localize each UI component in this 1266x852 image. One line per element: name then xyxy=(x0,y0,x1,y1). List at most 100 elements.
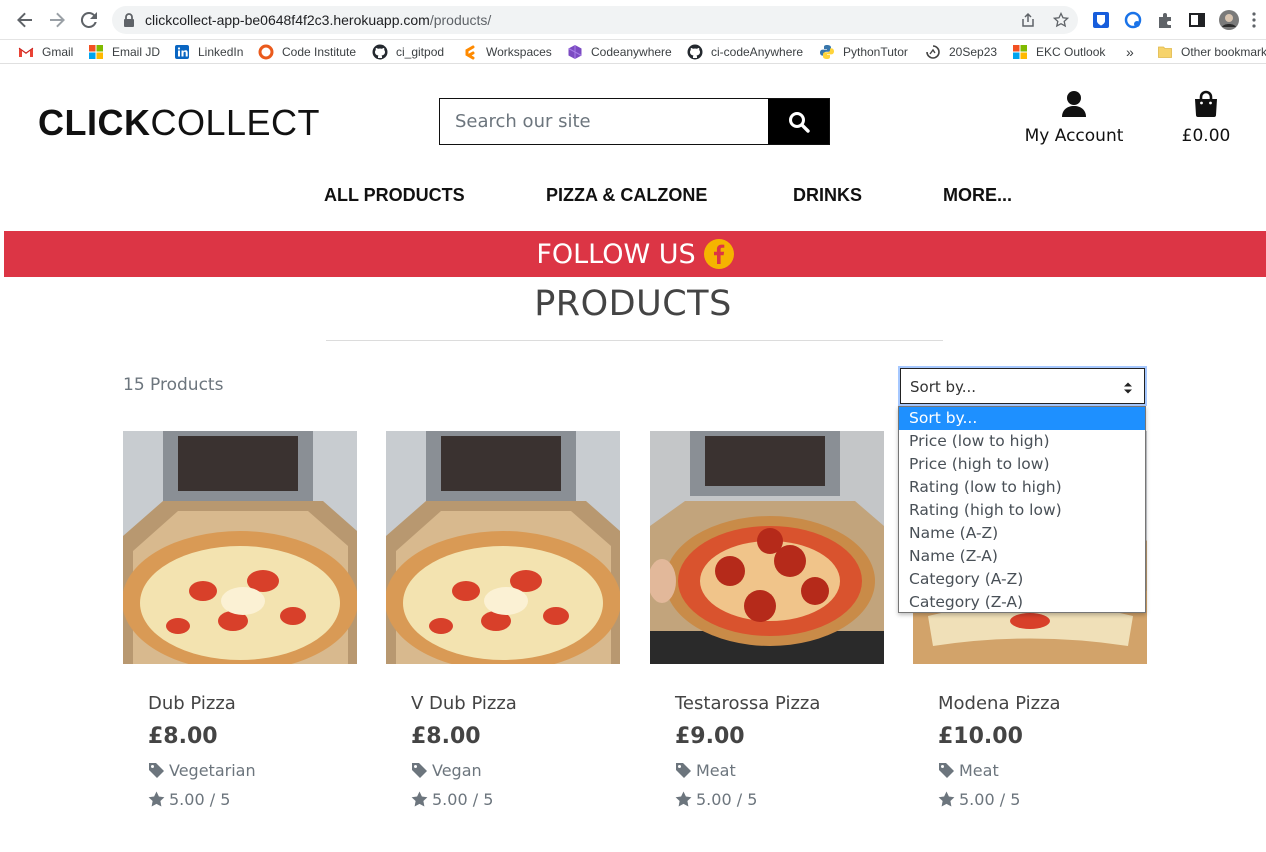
side-panel-icon[interactable] xyxy=(1187,10,1207,30)
forward-arrow-icon[interactable] xyxy=(46,9,68,31)
product-name[interactable]: Modena Pizza xyxy=(938,693,1147,714)
star-icon xyxy=(675,791,692,807)
lock-icon xyxy=(124,13,134,27)
loading-icon xyxy=(926,45,940,59)
product-image[interactable] xyxy=(123,431,357,664)
bookmark-ekc-outlook[interactable]: EKC Outlook xyxy=(1012,43,1105,61)
bookmark-email-jd[interactable]: Email JD xyxy=(88,43,160,61)
bookmark-ci-codeanywhere[interactable]: ci-codeAnywhere xyxy=(687,43,803,61)
bitwarden-extension-icon[interactable] xyxy=(1091,10,1111,30)
sort-option-rating-asc[interactable]: Rating (low to high) xyxy=(899,476,1145,499)
folder-icon xyxy=(1158,46,1172,58)
follow-us-text: FOLLOW US xyxy=(536,238,696,270)
sort-option-price-desc[interactable]: Price (high to low) xyxy=(899,453,1145,476)
my-account-link[interactable]: My Account xyxy=(1012,90,1136,146)
product-card: Dub Pizza £8.00 Vegetarian 5.00 / 5 xyxy=(123,431,357,809)
site-logo[interactable]: CLICKCOLLECT xyxy=(38,102,320,144)
sort-option-rating-desc[interactable]: Rating (high to low) xyxy=(899,499,1145,522)
my-account-label: My Account xyxy=(1024,126,1124,146)
nav-drinks[interactable]: DRINKS xyxy=(793,185,862,206)
product-name[interactable]: Testarossa Pizza xyxy=(675,693,884,714)
browser-toolbar: clickcollect-app-be0648f4f2c3.herokuapp.… xyxy=(0,0,1266,40)
product-image[interactable] xyxy=(650,431,884,664)
select-arrows-icon xyxy=(1124,382,1132,394)
product-name[interactable]: Dub Pizza xyxy=(148,693,357,714)
page-title: PRODUCTS xyxy=(534,284,732,324)
product-category-link[interactable]: Meat xyxy=(938,761,1147,780)
gmail-icon xyxy=(18,47,34,57)
grammar-extension-icon[interactable] xyxy=(1123,10,1143,30)
github-icon xyxy=(687,44,703,60)
bookmark-workspaces[interactable]: Workspaces xyxy=(462,43,552,61)
bookmark-gmail[interactable]: Gmail xyxy=(18,43,73,61)
product-category-link[interactable]: Meat xyxy=(675,761,884,780)
bookmark-ci-gitpod[interactable]: ci_gitpod xyxy=(372,43,444,61)
product-category: Meat xyxy=(696,761,736,780)
title-divider xyxy=(326,340,943,341)
nav-more[interactable]: MORE... xyxy=(943,185,1012,206)
microsoft-icon xyxy=(89,45,103,59)
more-bookmarks-button[interactable]: » xyxy=(1126,43,1134,61)
sort-option-name-asc[interactable]: Name (A-Z) xyxy=(899,522,1145,545)
shopping-bag-link[interactable]: £0.00 xyxy=(1170,90,1242,146)
bookmark-other-bookmarks[interactable]: Other bookmarks xyxy=(1157,43,1266,61)
tag-icon xyxy=(939,763,954,778)
sort-select[interactable]: Sort by... xyxy=(898,366,1147,406)
microsoft-icon xyxy=(1013,45,1027,59)
product-rating: 5.00 / 5 xyxy=(938,790,1147,809)
product-image[interactable] xyxy=(386,431,620,664)
sort-options-list: Sort by... Price (low to high) Price (hi… xyxy=(898,406,1146,613)
product-rating-value: 5.00 / 5 xyxy=(432,790,494,809)
bookmark-codeanywhere[interactable]: Codeanywhere xyxy=(567,43,672,61)
linkedin-icon xyxy=(175,45,189,59)
search-input[interactable] xyxy=(440,99,768,144)
address-bar[interactable]: clickcollect-app-be0648f4f2c3.herokuapp.… xyxy=(112,6,1078,34)
product-category-link[interactable]: Vegetarian xyxy=(148,761,357,780)
search-button[interactable] xyxy=(768,99,829,144)
extensions-puzzle-icon[interactable] xyxy=(1155,10,1175,30)
follow-us-banner: FOLLOW US xyxy=(4,231,1266,277)
star-icon xyxy=(938,791,955,807)
product-rating: 5.00 / 5 xyxy=(675,790,884,809)
profile-avatar-icon[interactable] xyxy=(1219,10,1239,30)
bookmark-code-institute[interactable]: Code Institute xyxy=(258,43,356,61)
nav-all-products[interactable]: ALL PRODUCTS xyxy=(324,185,465,206)
code-institute-icon xyxy=(258,44,274,60)
gitpod-icon xyxy=(465,45,475,60)
product-rating-value: 5.00 / 5 xyxy=(169,790,231,809)
sort-option-price-asc[interactable]: Price (low to high) xyxy=(899,430,1145,453)
bookmark-linkedin[interactable]: LinkedIn xyxy=(174,43,243,61)
bookmark-20sep23[interactable]: 20Sep23 xyxy=(925,43,997,61)
product-rating-value: 5.00 / 5 xyxy=(959,790,1021,809)
facebook-icon[interactable] xyxy=(703,239,734,269)
tag-icon xyxy=(676,763,691,778)
sort-selected-value: Sort by... xyxy=(910,378,977,396)
sort-option-category-asc[interactable]: Category (A-Z) xyxy=(899,568,1145,591)
python-icon xyxy=(820,45,834,59)
search-form xyxy=(439,98,830,145)
bookmark-pythontutor[interactable]: PythonTutor xyxy=(819,43,908,61)
bag-total: £0.00 xyxy=(1181,126,1231,146)
back-arrow-icon[interactable] xyxy=(14,9,36,31)
user-icon xyxy=(1062,91,1086,117)
sort-option-category-desc[interactable]: Category (Z-A) xyxy=(899,591,1145,614)
product-card: V Dub Pizza £8.00 Vegan 5.00 / 5 xyxy=(386,431,620,809)
product-name[interactable]: V Dub Pizza xyxy=(411,693,620,714)
product-price: £8.00 xyxy=(148,724,218,749)
codeanywhere-icon xyxy=(568,45,582,59)
sort-option-default[interactable]: Sort by... xyxy=(899,407,1145,430)
share-icon[interactable] xyxy=(1020,12,1036,28)
browser-menu-icon[interactable] xyxy=(1248,10,1260,30)
product-category: Vegan xyxy=(432,761,482,780)
url-text: clickcollect-app-be0648f4f2c3.herokuapp.… xyxy=(145,12,492,28)
product-category-link[interactable]: Vegan xyxy=(411,761,620,780)
reload-icon[interactable] xyxy=(78,9,100,31)
product-price: £10.00 xyxy=(938,724,1023,749)
product-card: Testarossa Pizza £9.00 Meat 5.00 / 5 xyxy=(650,431,884,809)
sort-option-name-desc[interactable]: Name (Z-A) xyxy=(899,545,1145,568)
tag-icon xyxy=(412,763,427,778)
product-category: Vegetarian xyxy=(169,761,256,780)
nav-pizza-calzone[interactable]: PIZZA & CALZONE xyxy=(546,185,707,206)
bookmarks-bar: Gmail Email JD LinkedIn Code Institute c… xyxy=(0,40,1266,64)
star-icon[interactable] xyxy=(1053,12,1069,28)
